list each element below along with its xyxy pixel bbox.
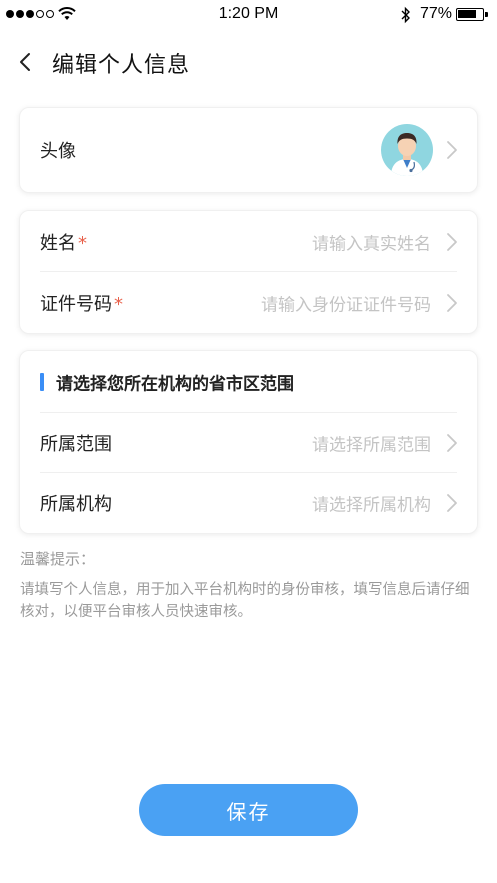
page-title: 编辑个人信息 <box>52 53 191 78</box>
institution-placeholder: 请选择所属机构 <box>312 495 431 516</box>
battery-percentage: 77% <box>420 5 453 22</box>
name-placeholder: 请输入真实姓名 <box>312 234 431 254</box>
back-button[interactable] <box>14 48 38 76</box>
identity-card: 姓名 * 请输入真实姓名 证件号码 * 请输入身份证证件号码 <box>19 210 478 334</box>
avatar-label: 头像 <box>40 141 76 162</box>
battery-icon <box>456 8 484 21</box>
bluetooth-icon <box>401 6 410 24</box>
section-header: 请选择您所在机构的省市区范围 <box>20 351 477 413</box>
battery-fill <box>458 10 476 18</box>
section-title: 请选择您所在机构的省市区范围 <box>56 374 294 395</box>
id-number-row[interactable]: 证件号码 * 请输入身份证证件号码 <box>20 272 477 333</box>
institution-label: 所属机构 <box>40 494 112 515</box>
chevron-right-icon <box>447 232 457 251</box>
status-bar: 1:20 PM 77% <box>0 0 497 30</box>
id-number-label-text: 证件号码 <box>40 293 112 315</box>
tips-title: 温馨提示： <box>20 550 96 568</box>
id-number-label: 证件号码 * <box>40 290 123 316</box>
required-mark: * <box>78 232 87 254</box>
chevron-right-icon <box>447 293 457 312</box>
tips-section: 温馨提示： 请填写个人信息，用于加入平台机构时的身份审核，填写信息后请仔细核对，… <box>20 548 480 623</box>
scope-row[interactable]: 所属范围 请选择所属范围 <box>20 413 477 473</box>
save-button[interactable]: 保存 <box>139 784 358 836</box>
institution-row[interactable]: 所属机构 请选择所属机构 <box>20 473 477 533</box>
doctor-avatar-icon[interactable] <box>381 124 433 176</box>
organization-card: 请选择您所在机构的省市区范围 所属范围 请选择所属范围 所属机构 请选择所属机构 <box>19 350 478 534</box>
required-mark: * <box>114 293 123 315</box>
nav-bar: 编辑个人信息 <box>0 40 497 84</box>
name-label-text: 姓名 <box>40 232 76 254</box>
name-label: 姓名 * <box>40 229 87 255</box>
chevron-right-icon <box>447 141 457 159</box>
scope-placeholder: 请选择所属范围 <box>312 435 431 456</box>
tips-body: 请填写个人信息，用于加入平台机构时的身份审核，填写信息后请仔细核对，以便平台审核… <box>20 582 470 620</box>
avatar-row[interactable]: 头像 <box>20 108 477 192</box>
avatar-card: 头像 <box>19 107 478 193</box>
id-number-placeholder: 请输入身份证证件号码 <box>261 295 431 315</box>
chevron-left-icon <box>20 53 30 71</box>
name-row[interactable]: 姓名 * 请输入真实姓名 <box>20 211 477 272</box>
scope-label: 所属范围 <box>40 434 112 455</box>
chevron-right-icon <box>447 434 457 452</box>
chevron-right-icon <box>447 494 457 512</box>
battery-cap <box>485 12 488 17</box>
section-accent-bar <box>40 373 44 391</box>
